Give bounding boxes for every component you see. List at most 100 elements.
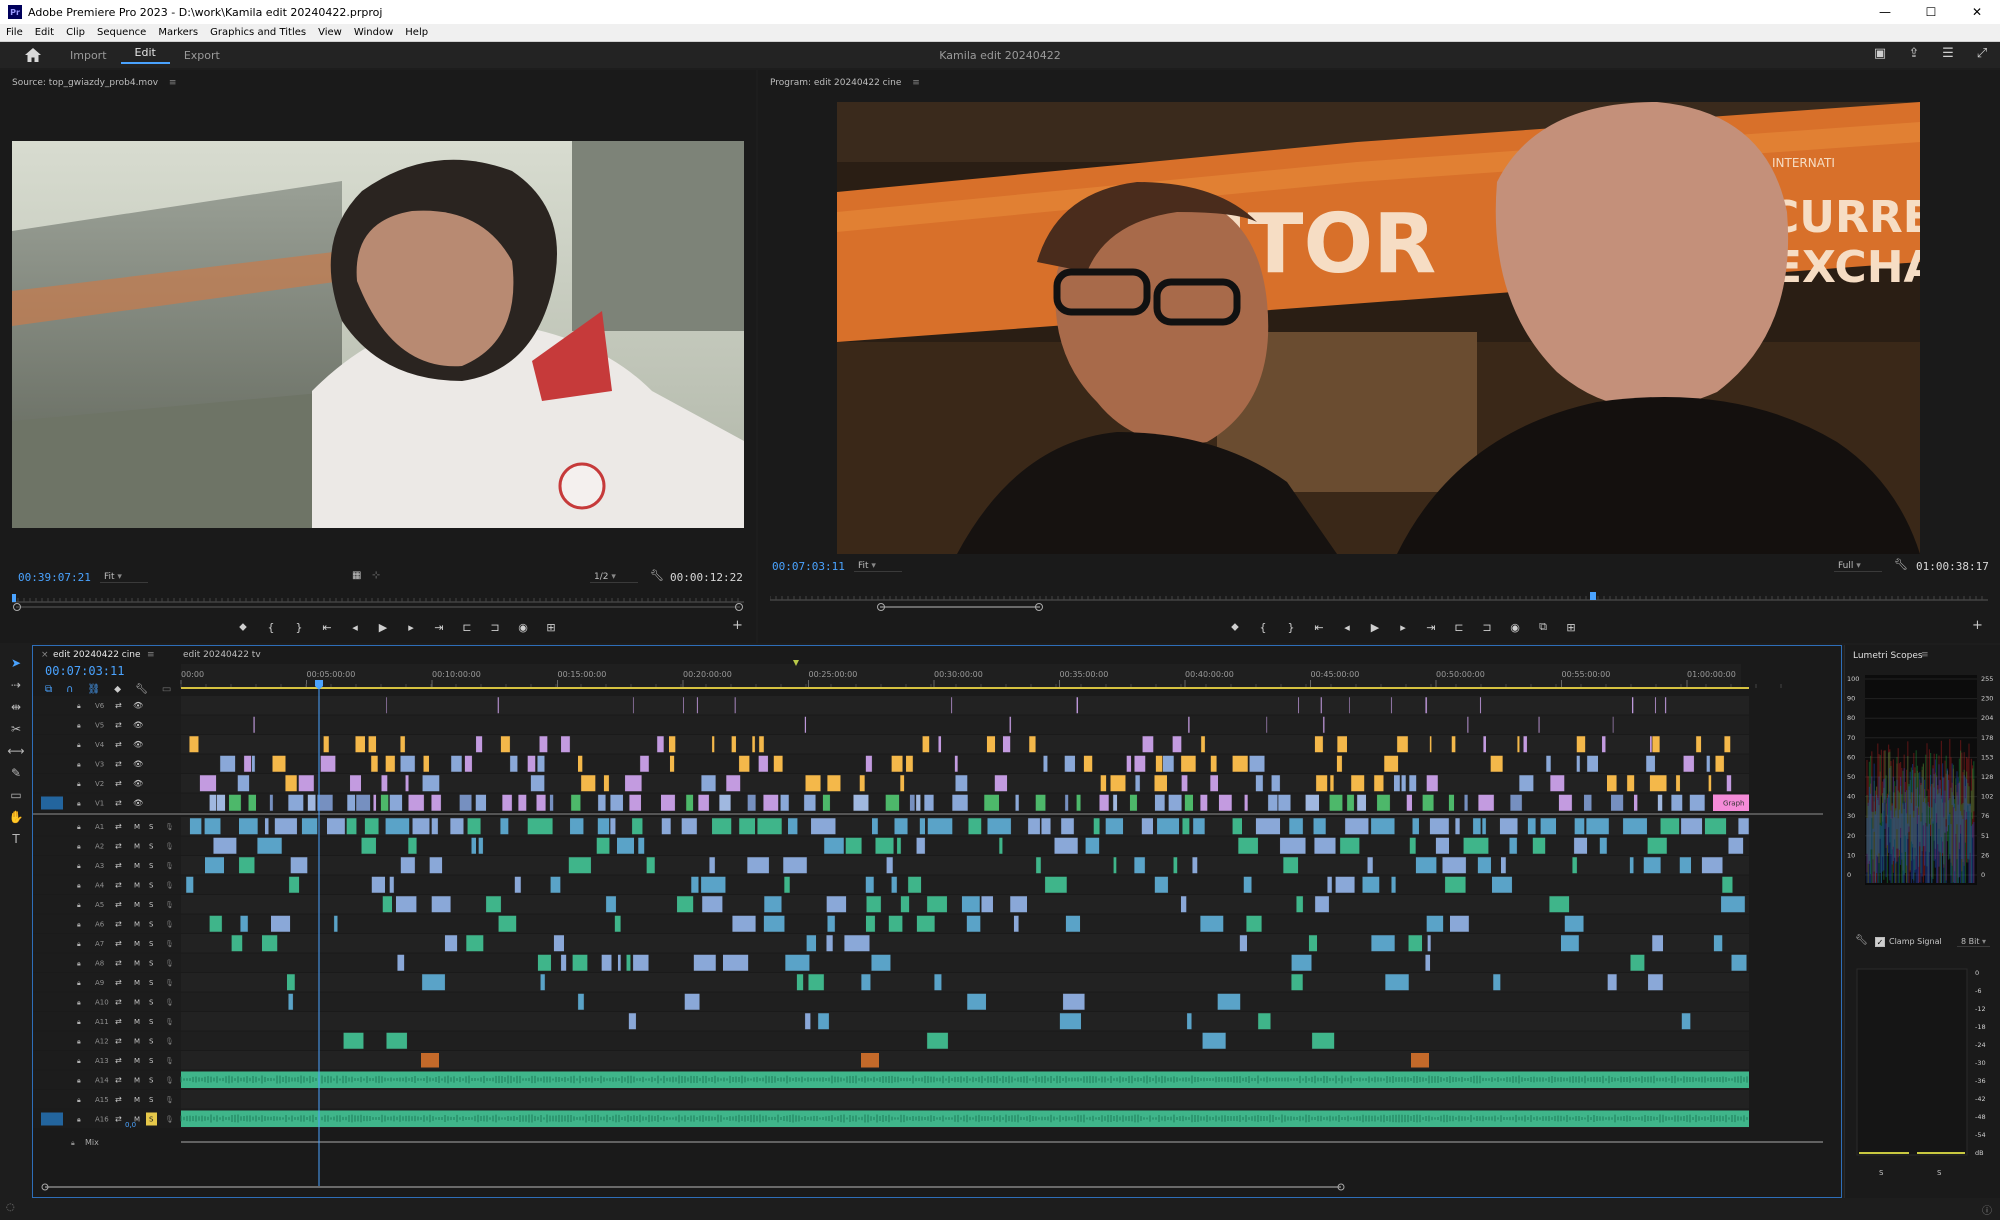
audio-clip[interactable]	[1679, 856, 1692, 874]
track-name[interactable]: A7	[95, 940, 104, 948]
audio-clip[interactable]	[1647, 837, 1668, 855]
video-clip[interactable]	[228, 794, 242, 812]
voiceover-icon[interactable]: 🎙︎	[165, 843, 174, 851]
audio-clip[interactable]	[1426, 915, 1444, 933]
audio-clip[interactable]	[1339, 837, 1360, 855]
audio-clip[interactable]	[204, 817, 221, 835]
video-clip[interactable]	[986, 735, 996, 753]
track-name[interactable]: A9	[95, 979, 104, 987]
video-clip[interactable]	[1209, 774, 1219, 792]
go-to-in-icon[interactable]: ⇤	[1312, 621, 1326, 634]
audio-clip[interactable]	[1062, 993, 1086, 1011]
solo-button[interactable]: S	[149, 901, 154, 909]
audio-clip[interactable]	[238, 817, 259, 835]
audio-clip[interactable]	[690, 876, 699, 894]
video-clip[interactable]	[1490, 755, 1504, 773]
audio-clip[interactable]	[693, 954, 717, 972]
video-clip[interactable]	[1509, 794, 1523, 812]
audio-clip[interactable]	[361, 837, 377, 855]
video-clip[interactable]	[1576, 755, 1581, 773]
audio-clip[interactable]	[1560, 934, 1580, 952]
audio-clip[interactable]	[1643, 856, 1662, 874]
video-clip[interactable]	[1689, 794, 1706, 812]
video-clip[interactable]	[1314, 735, 1324, 753]
video-clip[interactable]	[475, 735, 483, 753]
video-clip[interactable]	[1083, 755, 1093, 773]
lock-icon[interactable]: 🔒︎	[77, 702, 81, 710]
audio-clip[interactable]	[601, 954, 612, 972]
video-clip[interactable]	[656, 735, 665, 753]
source-insert-icon[interactable]: ⊹	[372, 570, 380, 581]
source-zoom-select[interactable]: Fit	[100, 572, 148, 583]
track-lane[interactable]	[181, 1031, 1749, 1051]
audio-clip[interactable]	[1727, 837, 1744, 855]
lock-icon[interactable]: 🔒︎	[77, 761, 81, 769]
video-clip[interactable]	[738, 755, 750, 773]
voiceover-icon[interactable]: 🎙︎	[165, 999, 174, 1007]
video-clip[interactable]	[209, 794, 217, 812]
audio-clip[interactable]	[661, 817, 672, 835]
menu-window[interactable]: Window	[348, 27, 399, 38]
audio-clip[interactable]	[810, 817, 836, 835]
go-to-out-icon[interactable]: ⇥	[1424, 621, 1438, 634]
voiceover-icon[interactable]: 🎙︎	[165, 862, 174, 870]
mark-out-icon[interactable]: }	[292, 621, 306, 634]
audio-clip[interactable]	[806, 934, 817, 952]
video-clip[interactable]	[570, 794, 581, 812]
razor-tool-icon[interactable]: ✂	[7, 720, 25, 738]
video-clip[interactable]	[1633, 794, 1638, 812]
audio-clip[interactable]	[961, 895, 981, 913]
bit-depth-select[interactable]: 8 Bit	[1957, 937, 1991, 947]
solo-button[interactable]: S	[149, 979, 154, 987]
add-marker-icon[interactable]: ⬥	[236, 620, 250, 634]
audio-clip[interactable]	[1059, 1012, 1082, 1030]
video-clip[interactable]	[380, 794, 389, 812]
video-clip[interactable]	[1035, 794, 1046, 812]
track-name[interactable]: V4	[95, 741, 105, 749]
audio-clip[interactable]	[919, 817, 926, 835]
track-name[interactable]: A14	[95, 1077, 109, 1085]
audio-clip[interactable]	[1335, 876, 1356, 894]
audio-clip[interactable]	[385, 817, 410, 835]
voiceover-icon[interactable]: 🎙︎	[165, 1096, 174, 1104]
video-clip[interactable]	[1670, 794, 1683, 812]
audio-clip[interactable]	[1731, 954, 1748, 972]
sync-lock-icon[interactable]: ⇄	[115, 1037, 122, 1046]
video-clip[interactable]	[237, 774, 250, 792]
video-clip[interactable]	[1110, 774, 1126, 792]
video-clip[interactable]	[762, 794, 779, 812]
track-header[interactable]	[33, 973, 181, 992]
audio-clip[interactable]	[485, 895, 502, 913]
video-clip[interactable]	[1015, 794, 1020, 812]
audio-clip[interactable]	[1085, 837, 1100, 855]
track-lane[interactable]	[181, 934, 1749, 953]
audio-clip[interactable]	[738, 817, 756, 835]
audio-clip[interactable]	[845, 837, 863, 855]
video-clip[interactable]	[859, 774, 866, 792]
audio-clip[interactable]	[1540, 817, 1557, 835]
video-clip[interactable]	[1463, 794, 1469, 812]
tab-edit[interactable]: Edit	[120, 46, 170, 64]
lock-icon[interactable]: 🔒︎	[77, 722, 81, 730]
audio-clip[interactable]	[874, 837, 895, 855]
lumetri-scopes-title[interactable]: Lumetri Scopes	[1853, 651, 1923, 661]
sync-lock-icon[interactable]: ⇄	[115, 978, 122, 987]
clamp-signal-checkbox[interactable]: ✓	[1875, 937, 1885, 947]
audio-clip[interactable]	[1113, 856, 1117, 874]
video-clip[interactable]	[1626, 774, 1635, 792]
video-clip[interactable]	[346, 794, 356, 812]
audio-clip[interactable]	[1622, 817, 1648, 835]
solo-button[interactable]: S	[149, 1077, 154, 1085]
track-name[interactable]: A10	[95, 999, 109, 1007]
audio-clip[interactable]	[1344, 817, 1369, 835]
audio-clip[interactable]	[343, 1032, 364, 1050]
track-name[interactable]: V6	[95, 702, 105, 710]
video-clip[interactable]	[1706, 755, 1711, 773]
audio-clip[interactable]	[1232, 817, 1243, 835]
lock-icon[interactable]: 🔒︎	[77, 882, 81, 890]
video-clip[interactable]	[248, 794, 257, 812]
video-clip[interactable]	[580, 774, 596, 792]
video-clip[interactable]	[1396, 735, 1409, 753]
minimize-icon[interactable]: —	[1862, 0, 1908, 24]
video-clip[interactable]	[909, 794, 916, 812]
